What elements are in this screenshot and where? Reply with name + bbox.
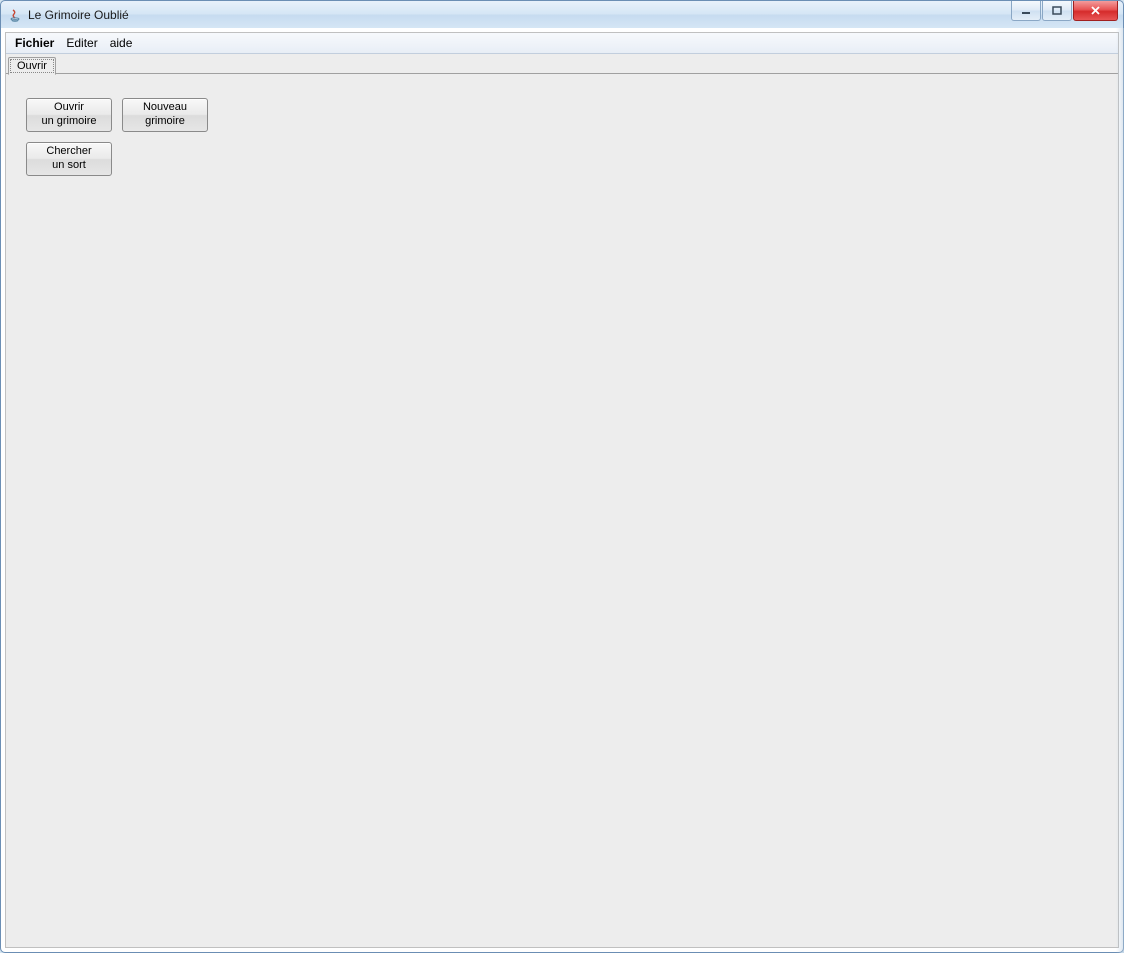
menu-editer[interactable]: Editer	[60, 34, 103, 52]
button-label-line: un sort	[52, 159, 86, 173]
titlebar: Le Grimoire Oublié	[0, 0, 1124, 28]
button-label-line: Nouveau	[143, 101, 187, 115]
search-spell-button[interactable]: Chercher un sort	[26, 142, 112, 176]
button-row-2: Chercher un sort	[26, 142, 1098, 176]
menu-aide[interactable]: aide	[104, 34, 139, 52]
tab-bar: Ouvrir	[6, 54, 1118, 74]
window-title: Le Grimoire Oublié	[28, 8, 129, 22]
open-grimoire-button[interactable]: Ouvrir un grimoire	[26, 98, 112, 132]
minimize-button[interactable]	[1011, 1, 1041, 21]
window-controls	[1011, 1, 1123, 21]
java-app-icon	[7, 7, 23, 23]
tab-ouvrir[interactable]: Ouvrir	[8, 57, 56, 75]
inner-panel: Fichier Editer aide Ouvrir Ouvrir un gri…	[5, 32, 1119, 948]
button-row-1: Ouvrir un grimoire Nouveau grimoire	[26, 98, 1098, 132]
window-frame: Fichier Editer aide Ouvrir Ouvrir un gri…	[0, 28, 1124, 953]
new-grimoire-button[interactable]: Nouveau grimoire	[122, 98, 208, 132]
maximize-button[interactable]	[1042, 1, 1072, 21]
button-label-line: Ouvrir	[54, 101, 84, 115]
button-label-line: grimoire	[145, 115, 185, 129]
menubar: Fichier Editer aide	[6, 33, 1118, 54]
menu-fichier[interactable]: Fichier	[9, 34, 60, 52]
close-button[interactable]	[1073, 1, 1118, 21]
content-area: Ouvrir un grimoire Nouveau grimoire Cher…	[6, 74, 1118, 947]
button-label-line: Chercher	[46, 145, 91, 159]
button-label-line: un grimoire	[41, 115, 96, 129]
